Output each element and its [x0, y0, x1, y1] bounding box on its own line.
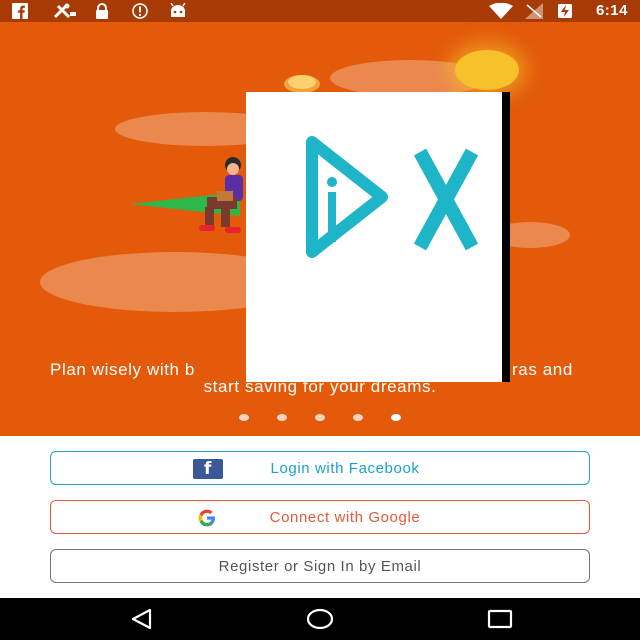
system-nav-bar — [0, 598, 640, 640]
status-time: 6:14 — [595, 2, 628, 19]
carousel-dot[interactable] — [315, 414, 325, 421]
overlay-ad-image[interactable] — [246, 92, 510, 382]
back-icon[interactable] — [127, 606, 157, 632]
register-email-button[interactable]: Register or Sign In by Email — [50, 549, 590, 583]
login-facebook-label: Login with Facebook — [270, 459, 420, 477]
ad-logo-icon — [306, 136, 479, 258]
google-icon — [194, 508, 220, 532]
tools-icon — [52, 3, 78, 19]
onboarding-hero[interactable]: Plan wisely with b ras and start saving … — [0, 22, 640, 436]
carousel-dot[interactable] — [239, 414, 249, 421]
tagline-line-2: start saving for your dreams. — [203, 377, 437, 396]
recents-icon[interactable] — [485, 606, 515, 632]
carousel-dot[interactable] — [277, 414, 287, 421]
register-email-label: Register or Sign In by Email — [218, 557, 422, 575]
carousel-dot[interactable] — [353, 414, 363, 421]
tagline-line-1-start: Plan wisely with b — [50, 360, 195, 379]
facebook-icon — [12, 3, 28, 19]
android-icon — [167, 3, 189, 19]
coin-icon — [284, 75, 320, 93]
battery-charging-icon — [556, 3, 574, 19]
lock-icon — [94, 3, 110, 19]
no-signal-icon — [524, 3, 544, 19]
facebook-icon: f — [193, 459, 223, 479]
home-icon[interactable] — [305, 606, 335, 632]
tagline-line-1-end: ras and — [512, 360, 573, 379]
alert-icon — [130, 3, 150, 19]
carousel-dot-active[interactable] — [391, 414, 401, 421]
carousel-indicator — [0, 414, 640, 421]
wifi-icon — [488, 3, 514, 19]
status-bar: 6:14 — [0, 0, 640, 22]
login-facebook-button[interactable]: f Login with Facebook — [50, 451, 590, 485]
connect-google-button[interactable]: Connect with Google — [50, 500, 590, 534]
connect-google-label: Connect with Google — [269, 508, 421, 526]
sun-illustration — [455, 50, 519, 90]
